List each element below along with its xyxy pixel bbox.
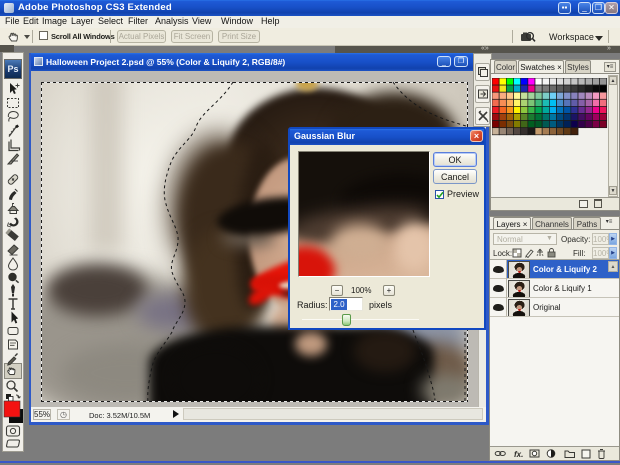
svg-text:fx.: fx. (514, 450, 523, 459)
